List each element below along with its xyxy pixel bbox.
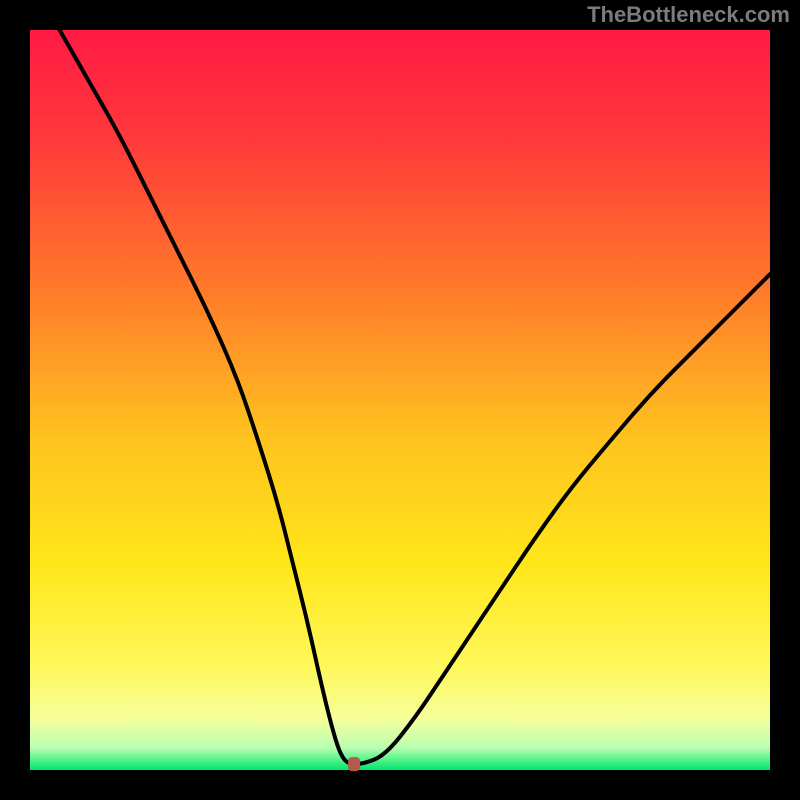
chart-frame: { "watermark": "TheBottleneck.com", "plo…	[0, 0, 800, 800]
optimum-marker	[348, 757, 360, 771]
plot-background	[30, 30, 770, 770]
watermark-text: TheBottleneck.com	[587, 2, 790, 28]
bottleneck-plot	[0, 0, 800, 800]
